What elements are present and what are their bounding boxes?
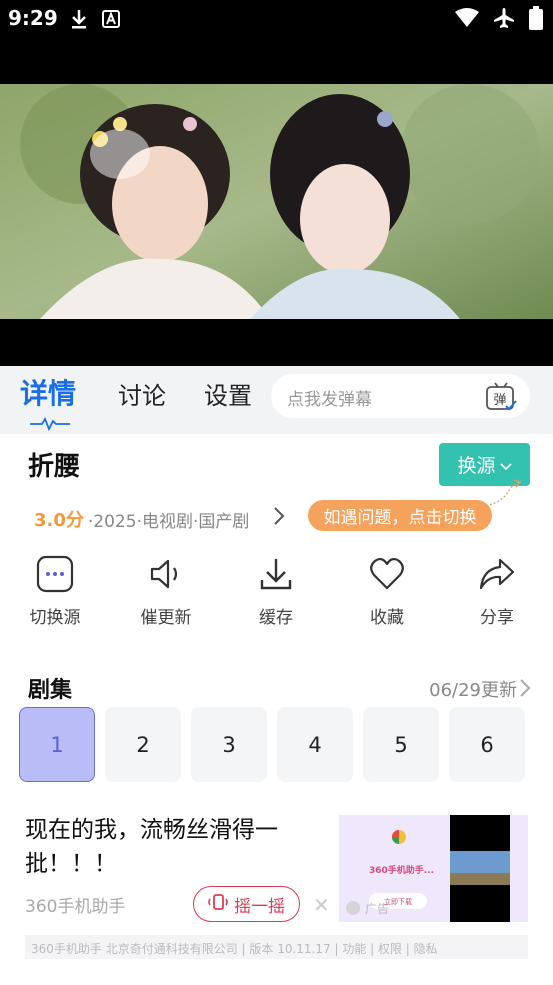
svg-text:弹: 弹 xyxy=(493,393,506,408)
action-label: 切换源 xyxy=(29,608,81,628)
ad-card[interactable]: 现在的我，流畅丝滑得一批！！！ 360手机助手 摇一摇 ✕ 360手机助手...… xyxy=(0,805,553,985)
chevron-down-icon xyxy=(499,454,512,476)
chevron-right-icon[interactable] xyxy=(272,506,286,530)
danmu-input[interactable]: 点我发弹幕 弹 xyxy=(271,374,530,418)
ad-close-icon[interactable]: ✕ xyxy=(313,893,330,917)
share-icon xyxy=(442,553,552,595)
shake-icon xyxy=(208,892,228,917)
action-label: 缓存 xyxy=(259,608,293,628)
episode-6[interactable]: 6 xyxy=(449,707,525,782)
action-row: 切换源 催更新 缓存 收藏 分享 xyxy=(0,553,553,633)
tip-text: 如遇问题，点击切换 xyxy=(323,508,477,528)
shake-label: 摇一摇 xyxy=(234,896,285,917)
tab-discuss[interactable]: 讨论 xyxy=(118,376,166,411)
ad-source: 360手机助手 xyxy=(25,897,126,917)
tab-settings[interactable]: 设置 xyxy=(204,376,252,411)
download-icon xyxy=(221,553,331,595)
action-switch-source[interactable]: 切换源 xyxy=(0,553,110,628)
shake-button[interactable]: 摇一摇 xyxy=(193,886,300,922)
update-info[interactable]: 06/29更新 xyxy=(429,676,517,702)
danmu-placeholder: 点我发弹幕 xyxy=(287,390,372,410)
episode-5[interactable]: 5 xyxy=(363,707,439,782)
action-favorite[interactable]: 收藏 xyxy=(332,553,442,628)
show-meta[interactable]: 3.0分 ·2025·电视剧·国产剧 xyxy=(34,506,249,532)
show-title: 折腰 xyxy=(28,452,81,482)
tip-decoration-icon xyxy=(484,478,524,512)
a-status-icon xyxy=(102,10,120,32)
download-status-icon xyxy=(70,8,88,34)
action-label: 催更新 xyxy=(140,608,192,628)
ad-title: 现在的我，流畅丝滑得一批！！！ xyxy=(25,817,278,877)
action-label: 分享 xyxy=(480,608,514,628)
switch-source-label: 换源 xyxy=(457,455,496,477)
tab-bar: 详情 讨论 设置 点我发弹幕 弹 xyxy=(0,366,553,434)
wifi-icon xyxy=(455,8,479,32)
switch-tip-bubble[interactable]: 如遇问题，点击切换 xyxy=(308,500,492,531)
episode-2[interactable]: 2 xyxy=(105,707,181,782)
action-urge-update[interactable]: 催更新 xyxy=(111,553,221,628)
danmu-toggle-icon[interactable]: 弹 xyxy=(484,380,518,418)
video-player[interactable] xyxy=(0,38,553,366)
airplane-icon xyxy=(493,7,515,33)
speaker-icon xyxy=(111,553,221,595)
meta-text: ·2025·电视剧·国产剧 xyxy=(87,511,250,532)
battery-icon xyxy=(529,6,543,34)
status-bar: 9:29 xyxy=(0,0,553,38)
ad-image[interactable]: 360手机助手... 立即下载 广告 xyxy=(339,815,528,922)
svg-text:广告: 广告 xyxy=(365,902,389,916)
action-share[interactable]: 分享 xyxy=(442,553,552,628)
tab-details[interactable]: 详情 xyxy=(20,372,76,412)
status-time: 9:29 xyxy=(8,6,58,30)
score: 3.0分 xyxy=(34,510,84,531)
chevron-right-icon[interactable] xyxy=(519,678,531,702)
ad-footer: 360手机助手 北京奇付通科技有限公司 | 版本 10.11.17 | 功能 |… xyxy=(25,935,528,959)
action-label: 收藏 xyxy=(370,608,404,628)
episode-4[interactable]: 4 xyxy=(277,707,353,782)
active-tab-indicator xyxy=(30,416,70,435)
svg-text:360手机助手...: 360手机助手... xyxy=(369,864,434,876)
heart-icon xyxy=(332,553,442,595)
more-dots-icon xyxy=(0,553,110,595)
episode-1[interactable]: 1 xyxy=(19,707,95,782)
video-frame xyxy=(0,84,553,319)
action-cache[interactable]: 缓存 xyxy=(221,553,331,628)
episodes-title: 剧集 xyxy=(28,678,73,703)
episode-3[interactable]: 3 xyxy=(191,707,267,782)
